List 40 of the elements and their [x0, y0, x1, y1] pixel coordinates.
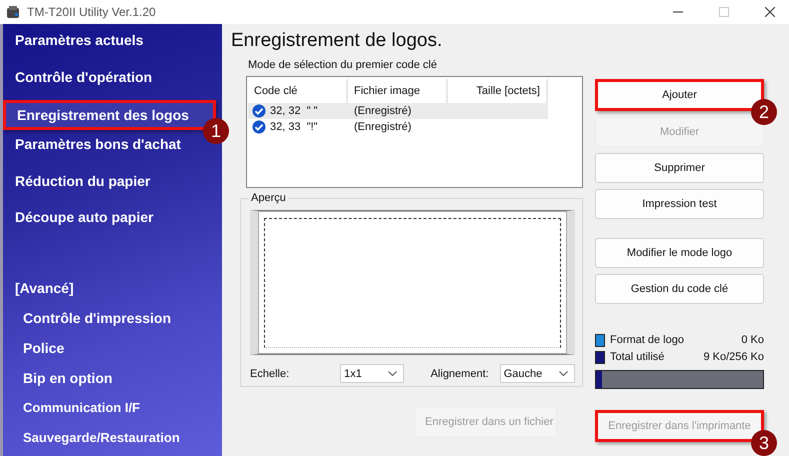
section-label: Mode de sélection du premier code clé: [247, 58, 438, 73]
legend-value: 0 Ko: [741, 334, 764, 346]
window-title: TM-T20II Utility Ver.1.20: [27, 5, 157, 19]
sidebar-item[interactable]: Communication I/F: [3, 396, 222, 426]
sidebar-item[interactable]: Paramètres actuels: [3, 30, 216, 67]
button[interactable]: Modifier le mode logo: [595, 238, 764, 268]
sidebar-item[interactable]: Contrôle d'opération: [3, 66, 216, 104]
legend-label: Total utilisé: [610, 351, 666, 363]
field-label: Echelle:: [250, 368, 290, 380]
table-cell: (Enregistré): [354, 121, 412, 133]
printer-icon: [6, 5, 20, 19]
group-title: Aperçu: [249, 192, 288, 204]
dropdown[interactable]: Gauche: [500, 364, 575, 383]
step-number: 1: [203, 118, 229, 144]
section-heading: [Avancé]: [14, 278, 75, 298]
field-label: Alignement:: [430, 368, 489, 380]
chevron-down-icon: [388, 371, 397, 376]
sidebar-item[interactable]: Bip en option: [3, 366, 222, 396]
button[interactable]: Supprimer: [595, 153, 764, 183]
button[interactable]: Ajouter: [598, 82, 761, 108]
sidebar-item[interactable]: Sauvegarde/Restauration: [3, 426, 222, 456]
sidebar-item[interactable]: Découpe auto papier: [3, 207, 216, 244]
step-number: 2: [751, 99, 777, 125]
legend-label: Format de logo: [610, 334, 685, 346]
legend-value: 9 Ko/256 Ko: [703, 351, 764, 363]
page-title: Enregistrement de logos.: [231, 29, 444, 53]
table-cell: 32, 33 "!": [270, 121, 318, 133]
sidebar-item[interactable]: Contrôle d'impression: [3, 306, 222, 336]
sidebar-item[interactable]: Enregistrement des logos: [6, 103, 213, 128]
button[interactable]: Gestion du code clé: [595, 274, 764, 304]
sidebar-item[interactable]: Réduction du papier: [3, 170, 216, 208]
table-cell: (Enregistré): [354, 105, 412, 117]
button[interactable]: Impression test: [595, 189, 764, 219]
chevron-down-icon: [559, 371, 568, 376]
sidebar-item[interactable]: Police: [3, 336, 222, 366]
close-icon[interactable]: [765, 7, 775, 17]
selected-row-highlight[interactable]: 32, 32 " " (Enregistré): [248, 103, 548, 119]
dropdown[interactable]: 1x1: [340, 364, 404, 383]
table-cell: 32, 32 " ": [270, 105, 318, 117]
step-number: 3: [751, 430, 777, 456]
